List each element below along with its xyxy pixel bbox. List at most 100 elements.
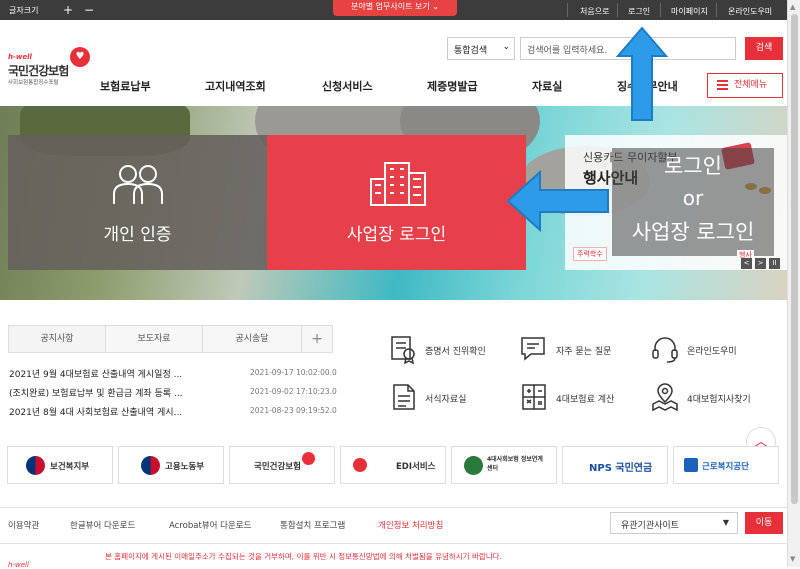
- calculator-icon: [522, 384, 546, 410]
- email-disclaimer: 본 홈페이지에 게시된 이메일주소가 수집되는 것을 거부하며, 이를 위반 시…: [105, 552, 502, 561]
- org-banner-comwel[interactable]: 근로복지공단: [673, 446, 779, 484]
- nav-certificate-issue[interactable]: 제증명발급: [427, 78, 478, 94]
- nav-data-room[interactable]: 자료실: [532, 78, 562, 94]
- chevron-down-icon: ⌄: [432, 2, 439, 11]
- login-link[interactable]: 로그인: [628, 6, 650, 17]
- vertical-scrollbar[interactable]: ▲ ▼: [787, 0, 800, 567]
- divider: [716, 3, 717, 17]
- news-date: 2021-08-23 09:19:52.0: [250, 406, 337, 415]
- online-helper-link[interactable]: 온라인도우미: [728, 6, 772, 17]
- news-title: (조치완료) 보험료납부 및 환급금 계좌 등록 ...: [9, 389, 183, 399]
- nav-application-service[interactable]: 신청서비스: [322, 78, 373, 94]
- board-tabs: 공지사항 보도자료 공시송달 +: [8, 325, 333, 353]
- quick-link-forms[interactable]: 서식자료실: [425, 392, 466, 405]
- heart-icon: [302, 452, 315, 465]
- divider: [660, 3, 661, 17]
- privacy-policy-link[interactable]: 개인정보 처리방침: [378, 519, 443, 531]
- all-menu-label: 전체메뉴: [734, 80, 768, 90]
- all-menu-button[interactable]: 전체메뉴: [707, 73, 783, 98]
- divider: [0, 543, 787, 544]
- heart-icon: ♥: [70, 47, 90, 67]
- annotation-business-login-text: 사업장 로그인: [631, 220, 755, 244]
- chevron-down-icon: ⌄: [502, 42, 510, 52]
- site-logo[interactable]: h-well 국민건강보험 사회보험통합징수포털 ♥: [8, 47, 98, 87]
- search-button[interactable]: 검색: [745, 37, 783, 60]
- comwel-logo-icon: [684, 458, 698, 472]
- personal-auth-button[interactable]: 개인 인증: [8, 135, 267, 270]
- annotation-arrow-up-icon: [616, 26, 668, 121]
- annotation-or-text: or: [682, 186, 704, 210]
- quick-link-online-helper[interactable]: 온라인도우미: [687, 344, 737, 357]
- quick-link-branch-finder[interactable]: 4대보험지사찾기: [687, 392, 751, 405]
- search-scope-select[interactable]: 통합검색 ⌄: [447, 37, 515, 60]
- logo-name: 국민건강보험: [8, 64, 69, 78]
- map-pin-icon: [652, 383, 678, 412]
- divider: [567, 3, 568, 17]
- org-label: EDI서비스: [396, 462, 436, 472]
- korea-emblem-icon: [141, 456, 160, 475]
- quick-link-certificate[interactable]: 증명서 진위확인: [425, 344, 486, 357]
- news-title: 2021년 8월 4대 사회보험료 산출내역 게시...: [9, 408, 183, 418]
- scroll-down-icon[interactable]: ▼: [790, 555, 795, 563]
- tab-public-notice[interactable]: 공시송달: [202, 325, 302, 353]
- top-utility-bar: 글자크기 + − 분야별 업무사이트 보기 ⌄ 처음으로 로그인 마이페이지 온…: [0, 0, 787, 20]
- font-increase-button[interactable]: +: [60, 1, 76, 19]
- quick-link-faq[interactable]: 자주 묻는 질문: [556, 344, 611, 357]
- caret-down-icon: ▼: [722, 518, 729, 527]
- org-label: 국민건강보험: [254, 462, 301, 472]
- go-button[interactable]: 이동: [745, 512, 783, 534]
- next-slide-button[interactable]: >: [755, 258, 766, 269]
- nhis-mini-logo-icon: [353, 458, 367, 472]
- news-title: 2021년 9월 4대보험료 산출내역 게시일정 ...: [9, 370, 183, 380]
- nav-premium-payment[interactable]: 보험료납부: [100, 78, 151, 94]
- field-sites-dropdown[interactable]: 분야별 업무사이트 보기 ⌄: [333, 0, 457, 16]
- event-tag: 주력학수: [573, 247, 607, 261]
- install-program-link[interactable]: 통합설치 프로그램: [280, 519, 345, 531]
- annotation-login-text: 로그인: [664, 154, 722, 178]
- acrobat-viewer-link[interactable]: Acrobat뷰어 다운로드: [169, 519, 251, 531]
- tab-notice[interactable]: 공지사항: [8, 325, 106, 353]
- related-sites-value: 유관기관사이트: [621, 521, 679, 531]
- org-banner-moel[interactable]: 고용노동부: [118, 446, 224, 484]
- org-label: 고용노동부: [165, 462, 205, 472]
- org-banner-nps[interactable]: NPS 국민연금: [562, 446, 668, 484]
- org-banner-4insure[interactable]: 4대사회보험 정보연계센터: [451, 446, 557, 484]
- business-login-button[interactable]: 사업장 로그인: [267, 135, 526, 270]
- document-icon: [393, 384, 415, 410]
- faq-chat-icon: [521, 337, 545, 361]
- org-label: 보건복지부: [50, 462, 90, 472]
- prev-slide-button[interactable]: <: [741, 258, 752, 269]
- font-size-label: 글자크기: [9, 6, 39, 15]
- home-link[interactable]: 처음으로: [580, 6, 609, 17]
- field-sites-label: 분야별 업무사이트 보기: [351, 2, 430, 11]
- business-login-label: 사업장 로그인: [346, 225, 447, 245]
- hamburger-icon: [717, 80, 728, 90]
- news-date: 2021-09-02 17:10:23.0: [250, 387, 337, 396]
- hangul-viewer-link[interactable]: 한글뷰어 다운로드: [70, 519, 135, 531]
- org-banner-edi[interactable]: EDI서비스: [340, 446, 446, 484]
- mypage-link[interactable]: 마이페이지: [671, 6, 708, 17]
- org-banner-mohw[interactable]: 보건복지부: [7, 446, 113, 484]
- font-decrease-button[interactable]: −: [81, 1, 97, 19]
- org-label: 근로복지공단: [702, 462, 749, 472]
- org-label: NPS 국민연금: [589, 463, 653, 474]
- scroll-up-icon[interactable]: ▲: [790, 3, 795, 11]
- building-icon: [370, 162, 426, 206]
- search-scope-value: 통합검색: [454, 46, 488, 56]
- insure-logo-icon: [464, 456, 483, 475]
- quick-link-calculator[interactable]: 4대보험료 계산: [556, 392, 614, 405]
- people-icon: [113, 165, 163, 204]
- logo-hwell-text: h-well: [8, 53, 32, 61]
- personal-auth-label: 개인 인증: [103, 225, 172, 245]
- nav-notice-inquiry[interactable]: 고지내역조회: [205, 78, 266, 94]
- related-sites-select[interactable]: 유관기관사이트 ▼: [610, 512, 738, 534]
- terms-link[interactable]: 이용약관: [8, 519, 39, 531]
- footer-logo: h-well: [8, 561, 29, 569]
- divider: [0, 507, 787, 508]
- scrollbar-thumb[interactable]: [791, 14, 798, 504]
- org-banner-nhis[interactable]: 국민건강보험: [229, 446, 335, 484]
- more-button[interactable]: +: [301, 325, 333, 353]
- tab-press[interactable]: 보도자료: [105, 325, 203, 353]
- pause-slide-button[interactable]: II: [769, 258, 780, 269]
- certificate-icon: [391, 336, 415, 364]
